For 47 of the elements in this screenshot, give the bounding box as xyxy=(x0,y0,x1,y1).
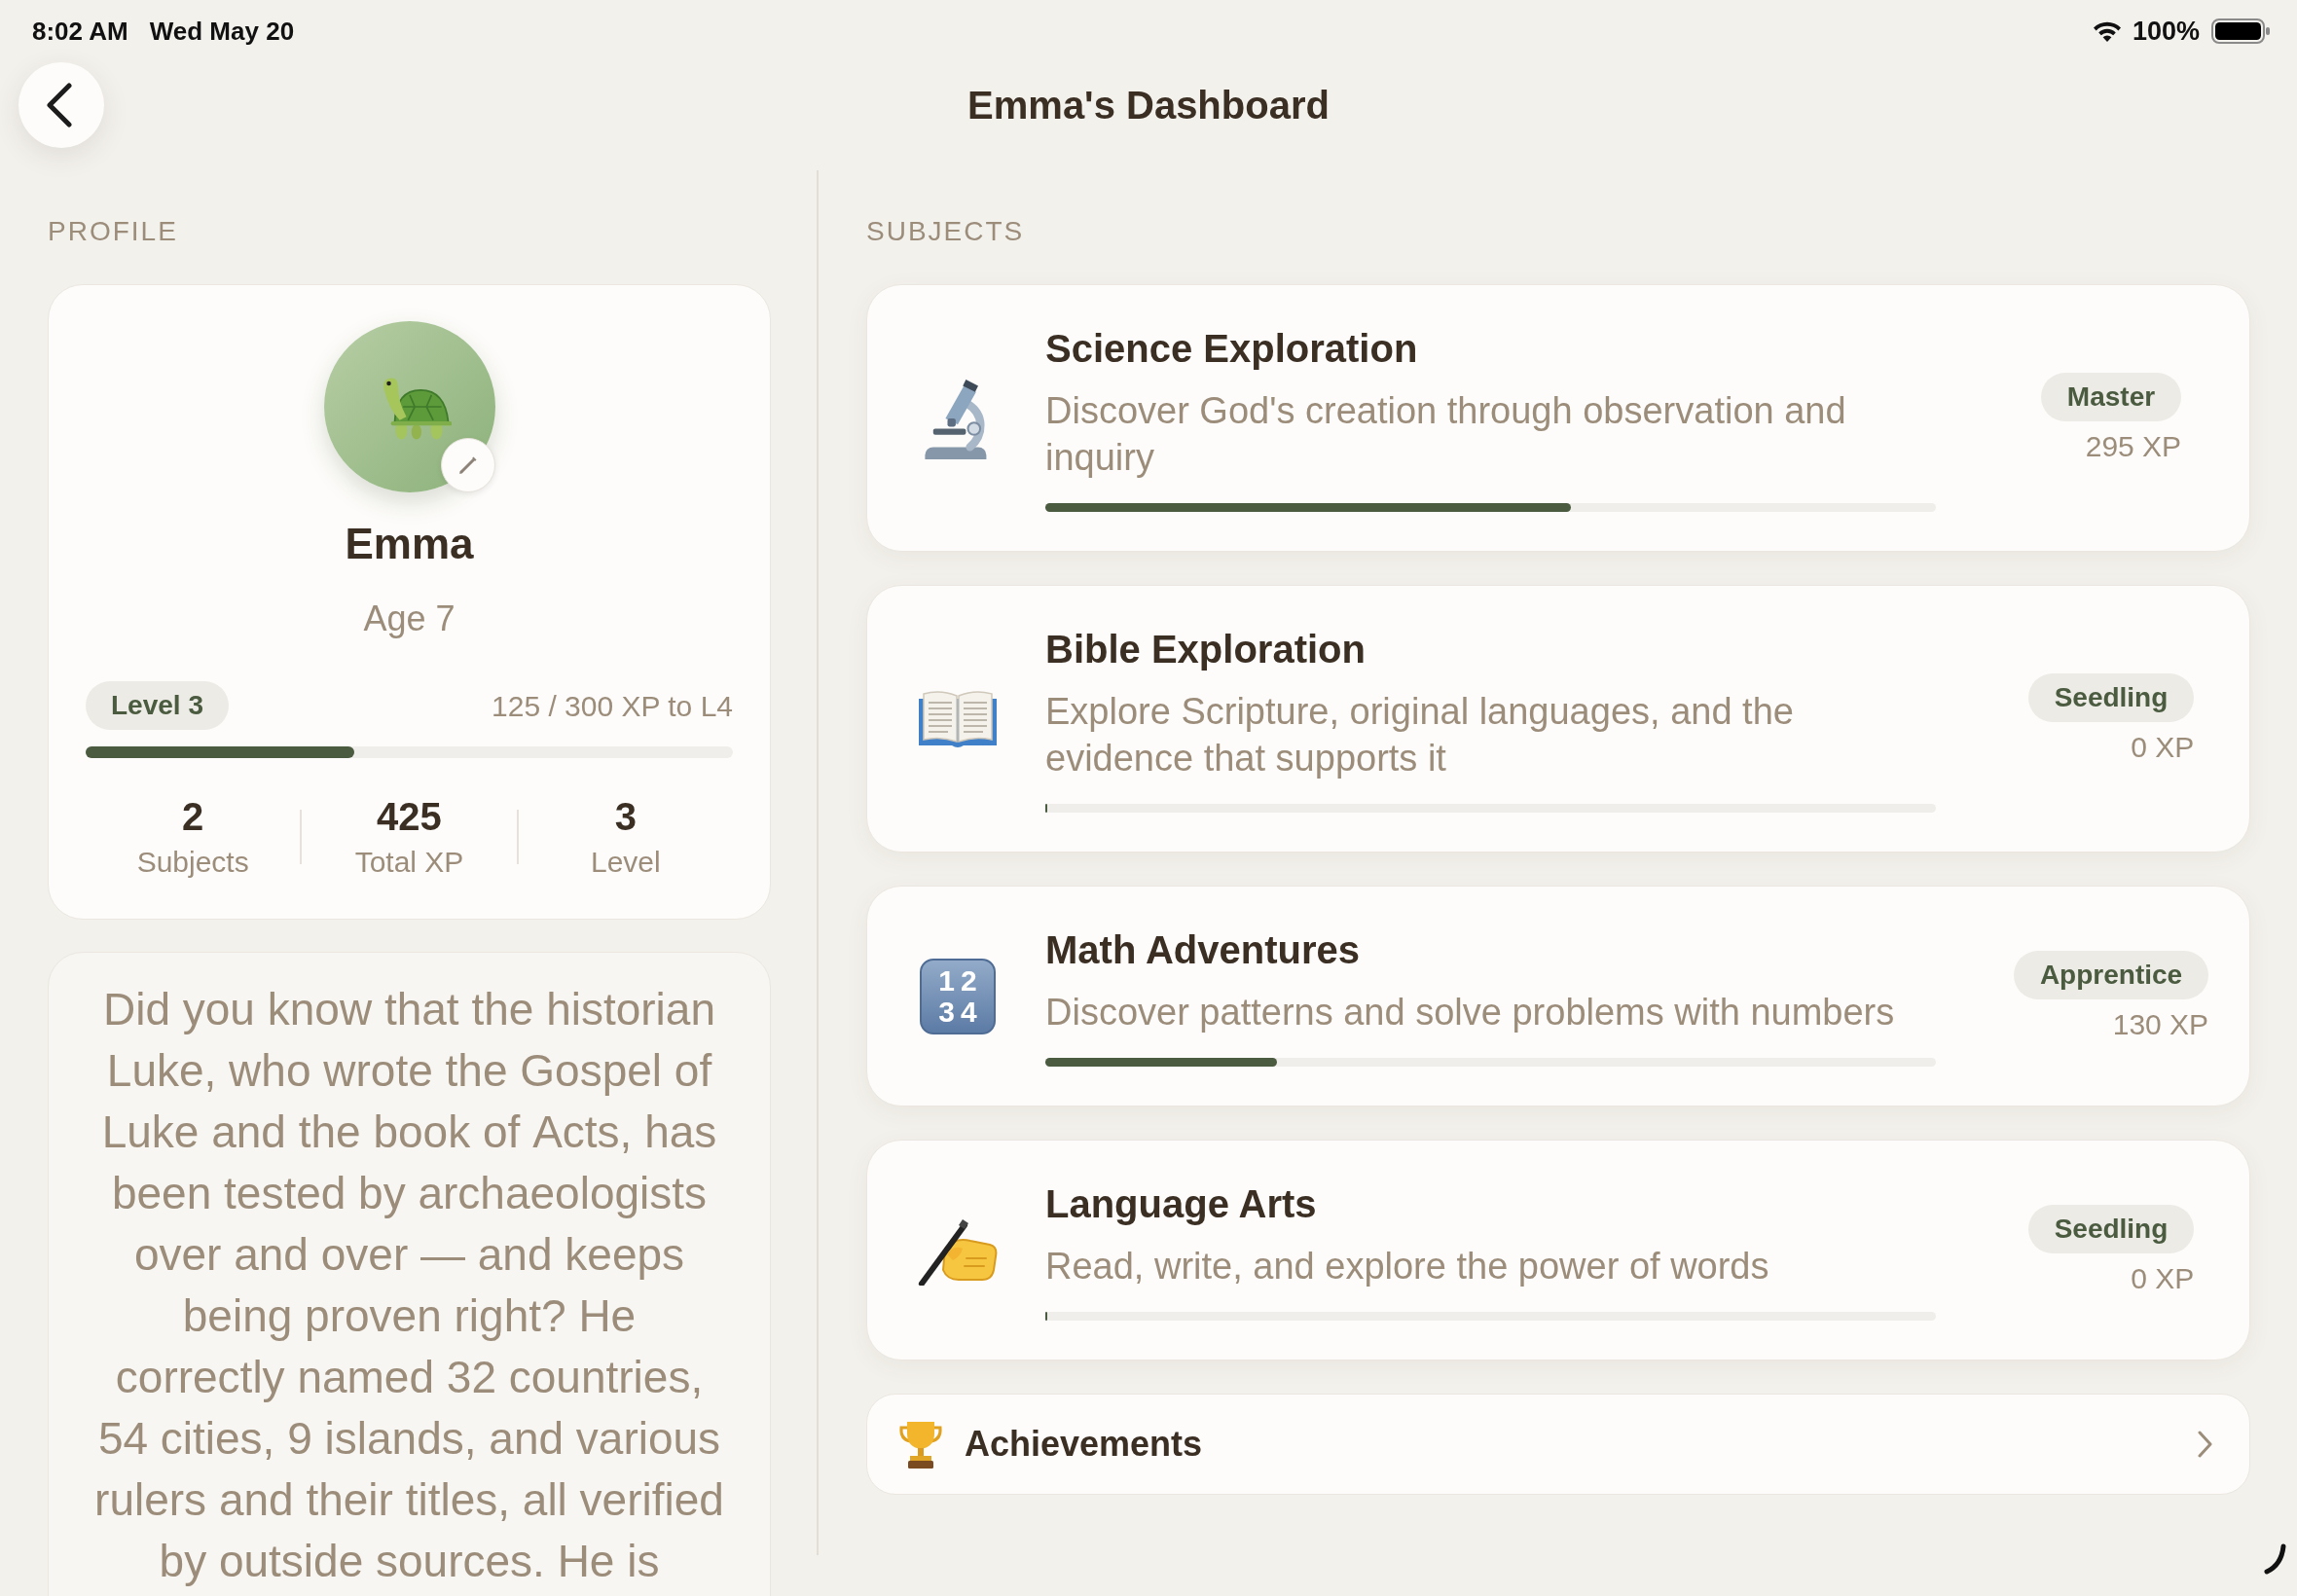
subject-card[interactable]: Science Exploration Discover God's creation through observation and inquiry Master 295 XP xyxy=(866,284,2250,552)
subject-description: Discover patterns and solve problems with numbers xyxy=(1045,991,1896,1034)
stat-label: Total XP xyxy=(354,845,464,880)
wifi-icon xyxy=(2093,20,2121,42)
subject-description: Explore Scripture, original languages, and the evidence that supports it xyxy=(1045,690,1795,780)
xp-text: 0 XP xyxy=(2131,1261,2195,1296)
subject-description: Read, write, and explore the power of words xyxy=(1045,1245,1770,1288)
section-label: PROFILE xyxy=(48,215,179,248)
xp-text: 130 XP xyxy=(2112,1007,2209,1042)
stat-value: 425 xyxy=(377,794,442,839)
xp-text: 295 XP xyxy=(2085,429,2182,464)
trophy-icon xyxy=(898,1420,943,1469)
subject-card[interactable]: 12 34 Math Adventures Discover patterns and solve problems with numbers Apprentice 130 XP xyxy=(866,886,2250,1106)
subject-title: Language Arts xyxy=(1045,1181,1318,1227)
subject-description: Discover God's creation through observation and inquiry xyxy=(1045,389,1847,480)
achievements-button[interactable]: Achievements xyxy=(866,1394,2250,1495)
battery-percent: 100% xyxy=(2132,15,2200,48)
xp-progress-text: 125 / 300 XP to L4 xyxy=(492,688,733,724)
chevron-right-icon xyxy=(2198,1431,2212,1458)
profile-name: Emma xyxy=(345,519,474,569)
stat-label: Subjects xyxy=(136,845,249,880)
subject-title: Math Adventures xyxy=(1045,927,1361,973)
back-icon xyxy=(47,83,72,127)
xp-text: 0 XP xyxy=(2131,730,2195,765)
pencil-icon xyxy=(457,455,478,475)
level-badge: Level 3 xyxy=(86,681,229,730)
fact-text: Did you know that the historian Luke, who wrote the Gospel of Luke and the book of Acts, has been tested by archaeologists over and over — and keeps being proven right? He correctly named 32 countries, 54 cities, 9 islands, and various rulers and their titles, all verified by outside sources. He is xyxy=(93,983,725,1588)
section-label: SUBJECTS xyxy=(866,215,1026,248)
open-book-icon xyxy=(919,689,997,749)
subject-title: Science Exploration xyxy=(1045,326,1419,372)
subject-title: Bible Exploration xyxy=(1045,627,1367,672)
number-keycap-icon: 12 34 xyxy=(920,959,996,1034)
rank-badge: Seedling xyxy=(2027,673,2195,722)
rank-badge: Master xyxy=(2040,373,2182,421)
rank-badge: Apprentice xyxy=(2013,951,2209,999)
profile-age: Age 7 xyxy=(363,598,456,640)
stat-label: Level xyxy=(590,845,661,880)
rank-badge: Seedling xyxy=(2027,1205,2195,1253)
battery-icon xyxy=(2211,18,2270,44)
page-title: Emma's Dashboard xyxy=(967,83,1330,128)
stat-value: 2 xyxy=(182,794,204,839)
status-time: 8:02 AM xyxy=(32,15,128,48)
subject-card[interactable]: Language Arts Read, write, and explore the power of words Seedling 0 XP xyxy=(866,1140,2250,1360)
subject-card[interactable]: Bible Exploration Explore Scripture, original languages, and the evidence that supports it Seedling 0 XP xyxy=(866,585,2250,852)
status-date: Wed May 20 xyxy=(149,15,295,48)
curve-mark-icon xyxy=(2264,1543,2287,1575)
stat-value: 3 xyxy=(614,794,637,839)
